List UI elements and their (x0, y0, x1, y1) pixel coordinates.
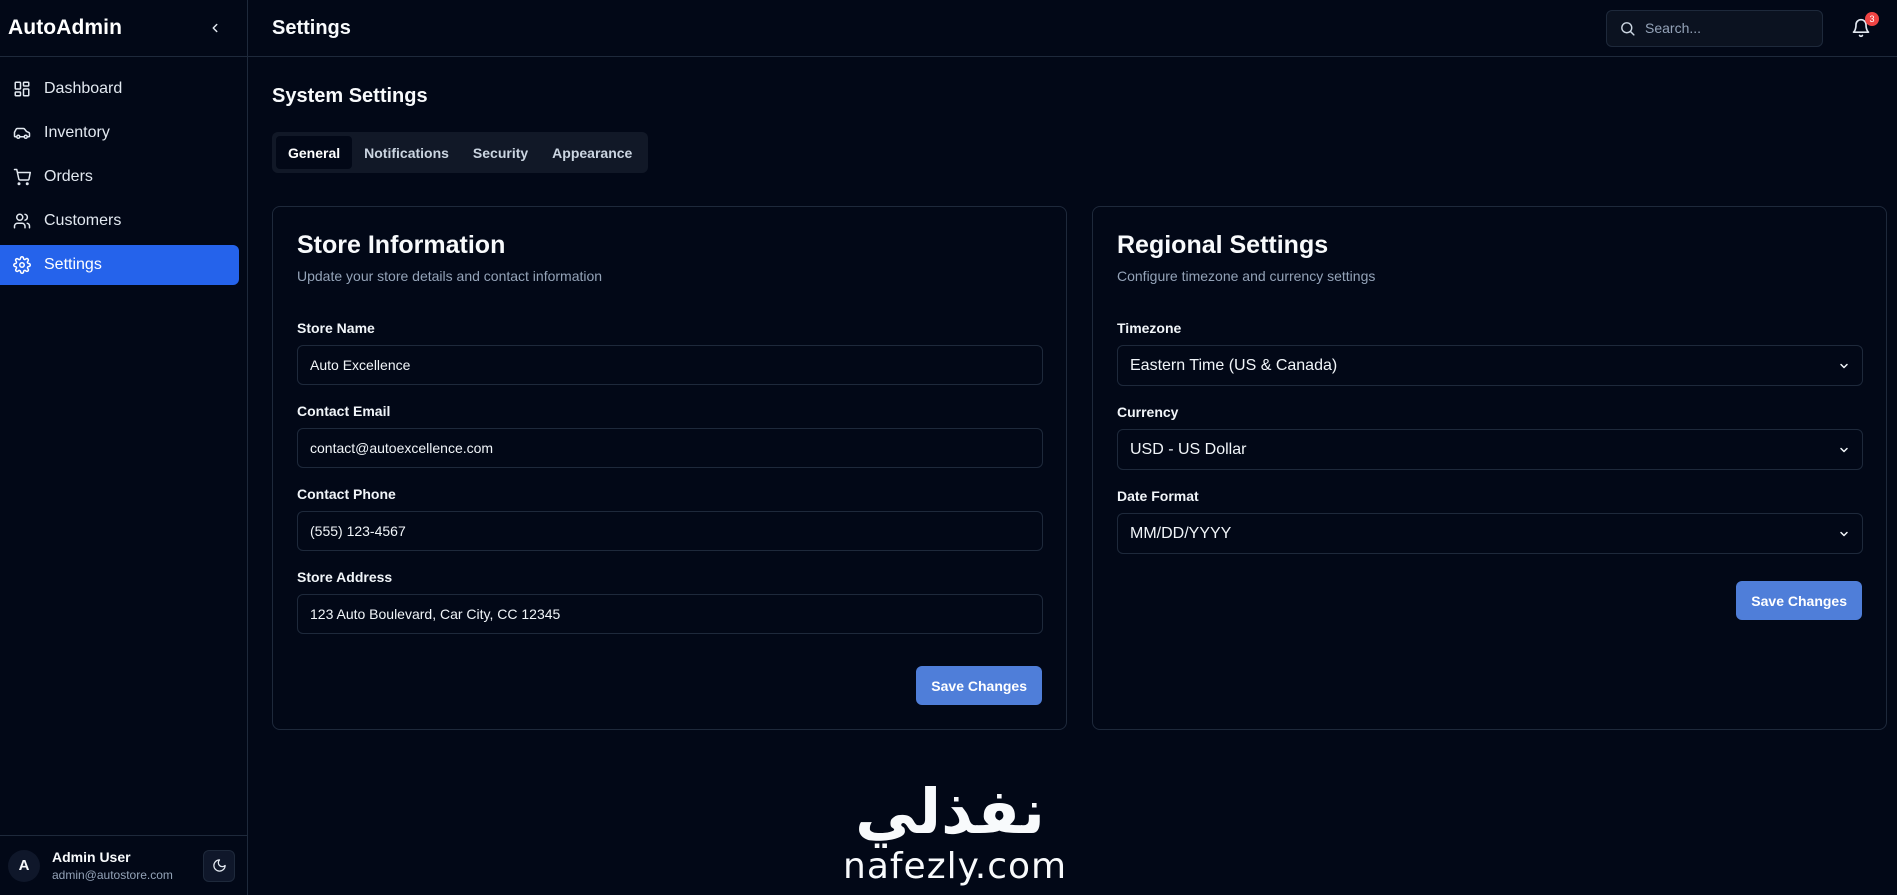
moon-icon (212, 859, 226, 872)
section-heading: System Settings (272, 85, 428, 107)
timezone-select[interactable]: Eastern Time (US & Canada) (1117, 345, 1863, 386)
sidebar-item-inventory[interactable]: Inventory (0, 113, 239, 153)
tab-security[interactable]: Security (461, 136, 540, 169)
user-email: admin@autostore.com (52, 868, 173, 882)
regional-settings-card: Regional Settings Configure timezone and… (1092, 206, 1887, 730)
contact-phone-input[interactable] (297, 511, 1043, 551)
save-store-button[interactable]: Save Changes (916, 666, 1042, 705)
collapse-sidebar-button[interactable] (205, 18, 225, 38)
user-profile: A Admin User admin@autostore.com (0, 835, 248, 895)
sidebar-item-label: Orders (44, 168, 93, 185)
search-box[interactable] (1606, 9, 1823, 47)
notification-badge: 3 (1865, 12, 1879, 26)
chevron-down-icon (1840, 363, 1848, 368)
contact-email-input[interactable] (297, 428, 1043, 468)
watermark-latin: nafezly.com (843, 846, 1068, 887)
store-address-input[interactable] (297, 594, 1043, 634)
store-address-field: Store Address (297, 569, 1043, 634)
search-icon (1621, 21, 1635, 36)
page-title: Settings (272, 16, 351, 39)
field-label: Timezone (1117, 320, 1182, 336)
card-subtitle: Configure timezone and currency settings (1117, 268, 1376, 284)
sidebar-nav: Dashboard Inventory Orders Customers Set… (0, 57, 247, 285)
user-name: Admin User (52, 849, 131, 865)
brand-row: AutoAdmin (0, 0, 247, 57)
watermark-arabic: نفذلي (855, 775, 1045, 848)
store-information-card: Store Information Update your store deta… (272, 206, 1067, 730)
store-name-field: Store Name (297, 320, 1043, 385)
field-label: Store Address (297, 569, 393, 585)
card-title: Regional Settings (1117, 231, 1329, 259)
theme-toggle-button[interactable] (203, 849, 235, 882)
date-format-select[interactable]: MM/DD/YYYY (1117, 513, 1863, 554)
cart-icon (13, 168, 31, 186)
sidebar: AutoAdmin Dashboard Inventory Orders Cus… (0, 0, 248, 895)
field-label: Contact Phone (297, 486, 396, 502)
contact-email-field: Contact Email (297, 403, 1043, 468)
currency-select[interactable]: USD - US Dollar (1117, 429, 1863, 470)
store-name-input[interactable] (297, 345, 1043, 385)
users-icon (13, 212, 31, 230)
watermark: نفذلي nafezly.com (843, 775, 1068, 888)
save-regional-button[interactable]: Save Changes (1736, 581, 1862, 620)
date-format-field: Date Format MM/DD/YYYY (1117, 488, 1863, 554)
chevron-left-icon (212, 23, 218, 33)
contact-phone-field: Contact Phone (297, 486, 1043, 551)
card-subtitle: Update your store details and contact in… (297, 268, 603, 284)
tab-general[interactable]: General (276, 136, 353, 169)
field-label: Store Name (297, 320, 375, 336)
notifications-button[interactable]: 3 (1851, 12, 1879, 40)
sidebar-item-label: Inventory (44, 124, 110, 141)
select-value: USD - US Dollar (1130, 440, 1247, 458)
field-label: Currency (1117, 404, 1179, 420)
search-input[interactable] (1645, 20, 1805, 36)
select-value: MM/DD/YYYY (1130, 524, 1232, 542)
user-info: Admin User admin@autostore.com (52, 849, 203, 882)
dashboard-icon (13, 80, 31, 98)
field-label: Date Format (1117, 488, 1199, 504)
gear-icon (13, 256, 31, 274)
sidebar-item-orders[interactable]: Orders (0, 157, 239, 197)
top-header: Settings 3 (248, 0, 1897, 57)
sidebar-item-customers[interactable]: Customers (0, 201, 239, 241)
select-value: Eastern Time (US & Canada) (1130, 356, 1338, 374)
chevron-down-icon (1840, 447, 1848, 452)
settings-tabs: General Notifications Security Appearanc… (272, 132, 649, 173)
brand-logo: AutoAdmin (8, 16, 123, 39)
avatar[interactable]: A (8, 849, 40, 882)
main-content: System Settings General Notifications Se… (272, 57, 1897, 730)
timezone-field: Timezone Eastern Time (US & Canada) (1117, 320, 1863, 386)
sidebar-item-label: Customers (44, 212, 122, 229)
field-label: Contact Email (297, 403, 391, 419)
tab-appearance[interactable]: Appearance (540, 136, 644, 169)
sidebar-item-settings[interactable]: Settings (0, 245, 239, 285)
chevron-down-icon (1840, 531, 1848, 536)
car-icon (13, 124, 31, 142)
sidebar-item-label: Settings (44, 256, 102, 273)
sidebar-item-dashboard[interactable]: Dashboard (0, 69, 239, 109)
sidebar-item-label: Dashboard (44, 80, 123, 97)
tab-notifications[interactable]: Notifications (352, 136, 461, 169)
card-title: Store Information (297, 231, 506, 259)
currency-field: Currency USD - US Dollar (1117, 404, 1863, 470)
